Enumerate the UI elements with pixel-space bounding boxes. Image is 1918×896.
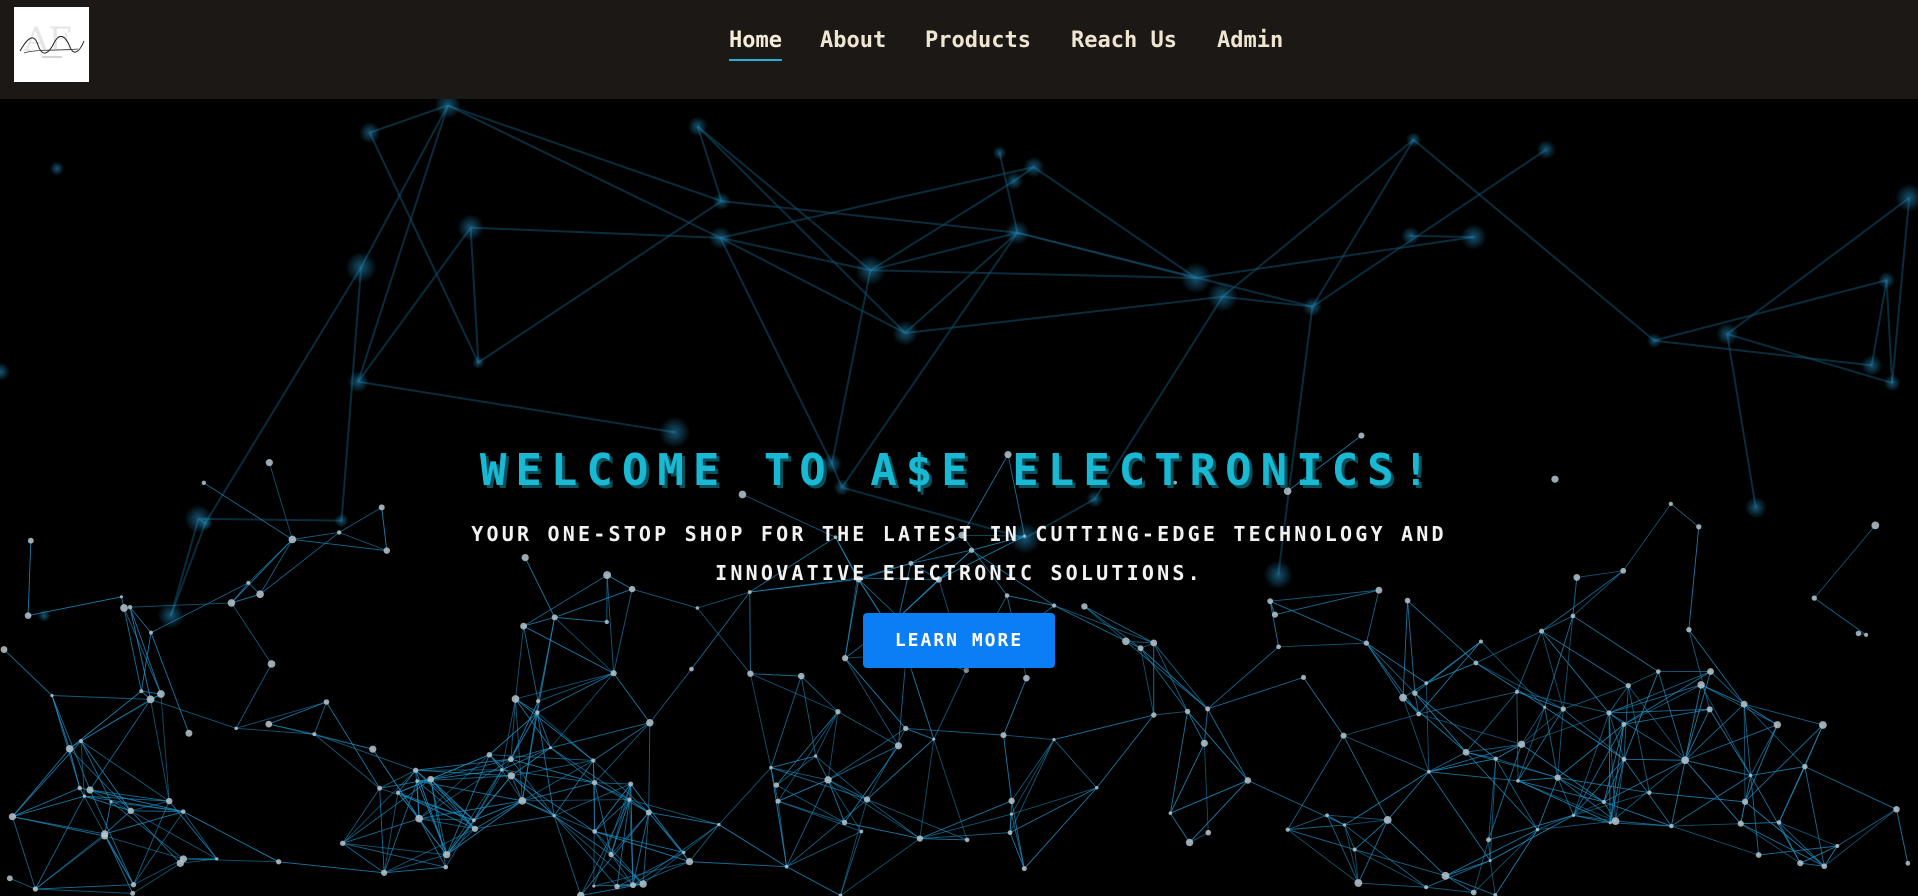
nav-home[interactable]: Home (729, 28, 782, 61)
hero-section: WELCOME TO A$E ELECTRONICS! YOUR ONE-STO… (0, 99, 1918, 896)
network-background-illustration (0, 99, 1918, 896)
navbar: AE Home About Products Reach Us Admin (0, 0, 1918, 99)
hero-subtitle: YOUR ONE-STOP SHOP FOR THE LATEST IN CUT… (471, 522, 1447, 585)
nav-reach-us-label: Reach Us (1071, 28, 1177, 53)
hero-title: WELCOME TO A$E ELECTRONICS! (479, 445, 1439, 496)
nav-about-label: About (820, 28, 887, 53)
nav-active-indicator (729, 59, 782, 61)
nav-products[interactable]: Products (925, 28, 1031, 53)
nav-admin-label: Admin (1217, 28, 1284, 53)
main-navigation: Home About Products Reach Us Admin (0, 0, 1918, 99)
nav-about[interactable]: About (820, 28, 886, 53)
nav-reach-us[interactable]: Reach Us (1071, 28, 1177, 53)
nav-admin[interactable]: Admin (1217, 28, 1283, 53)
learn-more-button[interactable]: LEARN MORE (863, 613, 1055, 668)
nav-home-label: Home (729, 28, 782, 53)
nav-products-label: Products (925, 28, 1031, 53)
